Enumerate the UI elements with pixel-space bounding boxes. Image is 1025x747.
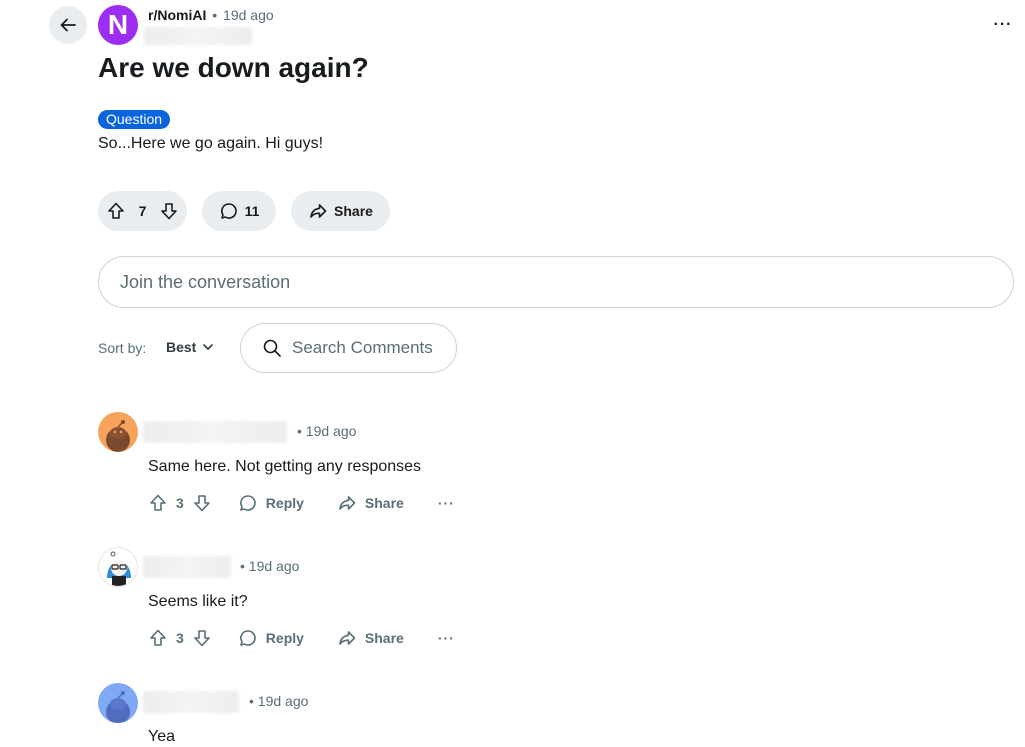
commenter-avatar[interactable] bbox=[98, 683, 138, 723]
comment-overflow-menu[interactable]: ··· bbox=[438, 630, 455, 646]
search-icon bbox=[263, 339, 281, 357]
post-title: Are we down again? bbox=[98, 52, 369, 83]
downvote-icon[interactable] bbox=[192, 493, 212, 513]
comments-button[interactable]: 11 bbox=[202, 191, 276, 231]
commenter-avatar[interactable] bbox=[98, 412, 138, 452]
comment-age: • 19d ago bbox=[297, 423, 357, 439]
commenter-name-redacted[interactable] bbox=[143, 691, 239, 713]
upvote-icon[interactable] bbox=[148, 628, 168, 648]
post-body: So...Here we go again. Hi guys! bbox=[98, 135, 324, 152]
share-label: Share bbox=[364, 495, 404, 511]
comment-share-button[interactable]: Share bbox=[337, 628, 404, 648]
sort-label: Sort by: bbox=[98, 340, 147, 356]
share-label: Share bbox=[334, 203, 373, 219]
commenter-name-redacted[interactable] bbox=[143, 421, 287, 443]
comment-score: 3 bbox=[176, 495, 184, 511]
comment-bubble-icon bbox=[239, 495, 256, 511]
post-overflow-menu[interactable]: ··· bbox=[988, 10, 1018, 40]
share-label: Share bbox=[364, 630, 404, 646]
comment-score: 3 bbox=[176, 630, 184, 646]
snoo-avatar-icon bbox=[106, 691, 130, 723]
subreddit-name[interactable]: r/NomiAI bbox=[148, 7, 206, 23]
comment-count: 11 bbox=[244, 203, 260, 219]
subreddit-avatar[interactable]: N bbox=[98, 5, 138, 45]
reply-button[interactable]: Reply bbox=[238, 493, 304, 513]
comment-text: Same here. Not getting any responses bbox=[148, 458, 422, 475]
post-flair[interactable]: Question bbox=[98, 110, 171, 129]
snoo-avatar-icon bbox=[106, 420, 130, 452]
reply-label: Reply bbox=[265, 495, 304, 511]
share-button[interactable]: Share bbox=[291, 191, 390, 231]
search-comments-placeholder: Search Comments bbox=[292, 338, 433, 357]
downvote-icon[interactable] bbox=[159, 201, 179, 221]
comment-age: • 19d ago bbox=[249, 693, 309, 709]
join-conversation-input[interactable]: Join the conversation bbox=[98, 256, 1014, 308]
post-vote-bar: 7 bbox=[98, 191, 187, 231]
sort-dropdown[interactable]: Best bbox=[166, 339, 214, 355]
subreddit-avatar-letter: N bbox=[107, 9, 129, 40]
post-score: 7 bbox=[138, 203, 147, 219]
comment-text: Seems like it? bbox=[148, 593, 248, 610]
comment-share-button[interactable]: Share bbox=[337, 493, 404, 513]
post-author-redacted[interactable] bbox=[144, 27, 252, 45]
join-conversation-placeholder: Join the conversation bbox=[120, 271, 291, 292]
chevron-down-icon bbox=[203, 344, 214, 350]
arrow-left-icon bbox=[60, 18, 76, 32]
post-meta: r/NomiAI • 19d ago bbox=[148, 7, 274, 23]
comment-bubble-icon bbox=[220, 203, 237, 219]
upvote-icon[interactable] bbox=[106, 201, 126, 221]
comment-bubble-icon bbox=[239, 630, 256, 646]
commenter-avatar[interactable] bbox=[98, 547, 138, 587]
meta-separator: • bbox=[212, 7, 218, 23]
snoo-avatar-icon bbox=[107, 551, 131, 586]
reply-label: Reply bbox=[265, 630, 304, 646]
comment-age: • 19d ago bbox=[240, 558, 300, 574]
share-arrow-icon bbox=[339, 631, 356, 645]
search-comments-input[interactable]: Search Comments bbox=[240, 323, 457, 373]
comment-actions: 3 Reply Share ··· bbox=[148, 491, 455, 515]
post-age: 19d ago bbox=[223, 7, 274, 23]
comment-actions: 3 Reply Share ··· bbox=[148, 626, 455, 650]
downvote-icon[interactable] bbox=[192, 628, 212, 648]
reply-button[interactable]: Reply bbox=[238, 628, 304, 648]
back-button[interactable] bbox=[49, 6, 87, 44]
comment-text: Yea bbox=[148, 728, 175, 745]
comment-overflow-menu[interactable]: ··· bbox=[438, 495, 455, 511]
share-arrow-icon bbox=[339, 496, 356, 510]
upvote-icon[interactable] bbox=[148, 493, 168, 513]
sort-value: Best bbox=[166, 339, 197, 355]
share-arrow-icon bbox=[310, 204, 327, 218]
commenter-name-redacted[interactable] bbox=[143, 556, 231, 578]
